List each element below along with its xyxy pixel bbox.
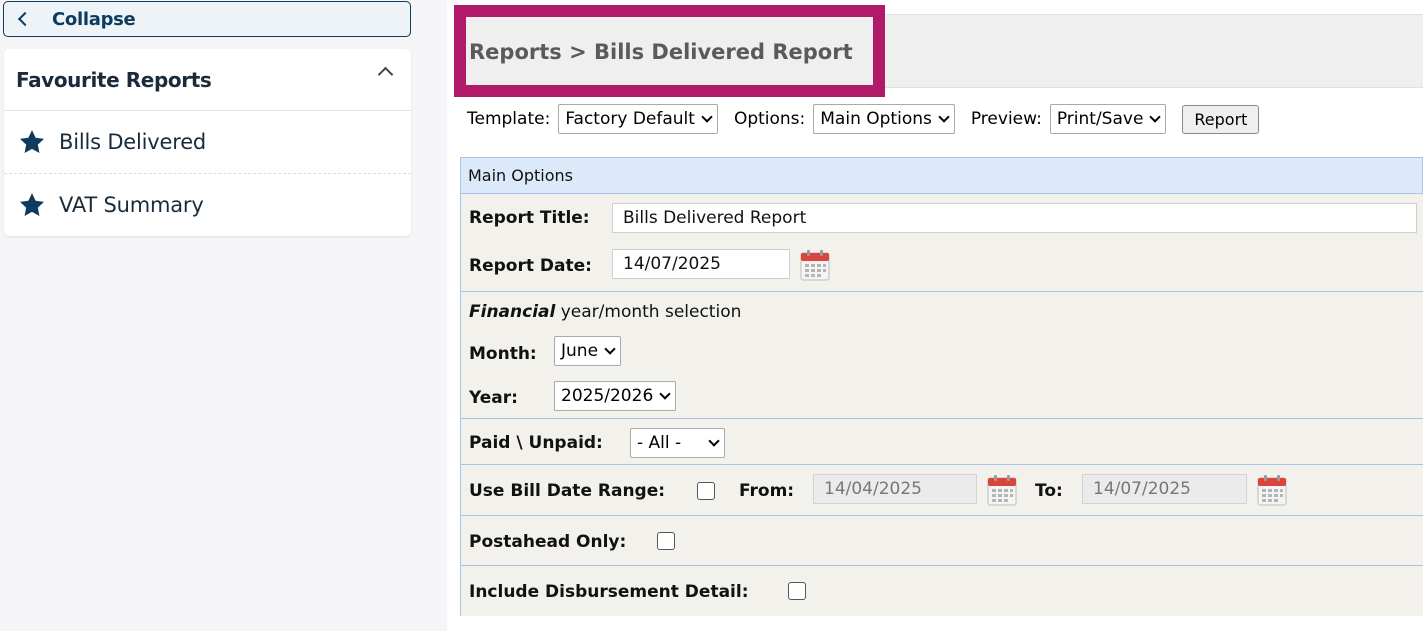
chevron-down-icon (708, 434, 720, 447)
favourite-item-label: VAT Summary (59, 192, 204, 217)
main-options-header: Main Options (460, 157, 1423, 194)
options-select-value: Main Options (820, 109, 932, 129)
financial-heading: Financial year/month selection (469, 302, 741, 322)
favourite-reports-panel: Favourite Reports Bills Delivered VAT Su… (4, 49, 411, 236)
postahead-section: Postahead Only: (461, 515, 1423, 565)
report-button[interactable]: Report (1182, 104, 1260, 134)
to-label: To: (1035, 481, 1063, 501)
month-label: Month: (469, 344, 537, 364)
favourite-reports-header[interactable]: Favourite Reports (4, 49, 411, 111)
paid-unpaid-label: Paid \ Unpaid: (469, 433, 603, 453)
chevron-left-icon (17, 11, 33, 27)
template-select[interactable]: Factory Default (558, 104, 718, 134)
postahead-only-label: Postahead Only: (469, 532, 627, 552)
chevron-down-icon (938, 110, 950, 123)
options-label: Options: (733, 109, 806, 129)
template-select-value: Factory Default (565, 109, 695, 129)
collapse-label: Collapse (52, 8, 136, 30)
year-select-value: 2025/2026 (561, 386, 654, 406)
bill-date-range-section: Use Bill Date Range: From: 14/04/2025 To… (461, 464, 1423, 515)
favourite-item-bills-delivered[interactable]: Bills Delivered (4, 111, 411, 173)
favourite-item-vat-summary[interactable]: VAT Summary (4, 173, 411, 235)
chevron-up-icon[interactable] (377, 66, 394, 83)
to-date-input[interactable]: 14/07/2025 (1082, 474, 1247, 504)
report-title-input[interactable]: Bills Delivered Report (612, 203, 1417, 233)
calendar-icon[interactable] (987, 474, 1017, 506)
chevron-down-icon (604, 342, 616, 355)
financial-word: Financial (469, 302, 556, 322)
collapse-button[interactable]: Collapse (3, 1, 411, 37)
chevron-down-icon (1149, 110, 1162, 123)
disbursement-section: Include Disbursement Detail: (461, 565, 1423, 616)
star-icon (19, 130, 45, 153)
star-icon (19, 192, 45, 216)
report-toolbar: Template: Factory Default Options: Main … (467, 104, 1260, 134)
breadcrumb: Reports > Bills Delivered Report (469, 40, 853, 64)
chevron-down-icon (659, 387, 671, 400)
report-date-input[interactable]: 14/07/2025 (612, 249, 790, 279)
report-title-label: Report Title: (469, 208, 590, 228)
report-main-area: Reports > Bills Delivered Report Templat… (447, 0, 1423, 631)
month-select[interactable]: June (554, 336, 622, 366)
calendar-icon[interactable] (800, 249, 830, 281)
month-select-value: June (561, 341, 599, 361)
paid-unpaid-select[interactable]: - All - (630, 428, 725, 458)
chevron-down-icon (701, 110, 713, 123)
template-label: Template: (467, 109, 551, 129)
financial-heading-rest: year/month selection (560, 302, 742, 322)
year-label: Year: (469, 388, 518, 408)
from-date-input[interactable]: 14/04/2025 (813, 474, 977, 504)
main-options-form: Report Title: Bills Delivered Report Rep… (460, 194, 1423, 616)
preview-select-value: Print/Save (1056, 109, 1144, 129)
favourite-item-label: Bills Delivered (59, 130, 207, 154)
include-disbursement-detail-label: Include Disbursement Detail: (469, 582, 749, 602)
year-select[interactable]: 2025/2026 (554, 381, 677, 411)
postahead-only-checkbox[interactable] (657, 532, 675, 550)
paid-unpaid-select-value: - All - (637, 433, 682, 453)
favourite-reports-title: Favourite Reports (16, 67, 212, 92)
include-disbursement-detail-checkbox[interactable] (788, 582, 806, 600)
preview-label: Preview: (970, 109, 1042, 129)
options-select[interactable]: Main Options (813, 104, 955, 134)
calendar-icon[interactable] (1257, 474, 1287, 506)
use-bill-date-range-checkbox[interactable] (697, 482, 715, 500)
report-date-label: Report Date: (469, 256, 592, 276)
financial-section: Financial year/month selection Month: Ju… (461, 291, 1423, 418)
preview-select[interactable]: Print/Save (1049, 104, 1167, 134)
use-bill-date-range-label: Use Bill Date Range: (469, 481, 666, 501)
paid-unpaid-section: Paid \ Unpaid: - All - (461, 418, 1423, 464)
from-label: From: (739, 481, 795, 501)
